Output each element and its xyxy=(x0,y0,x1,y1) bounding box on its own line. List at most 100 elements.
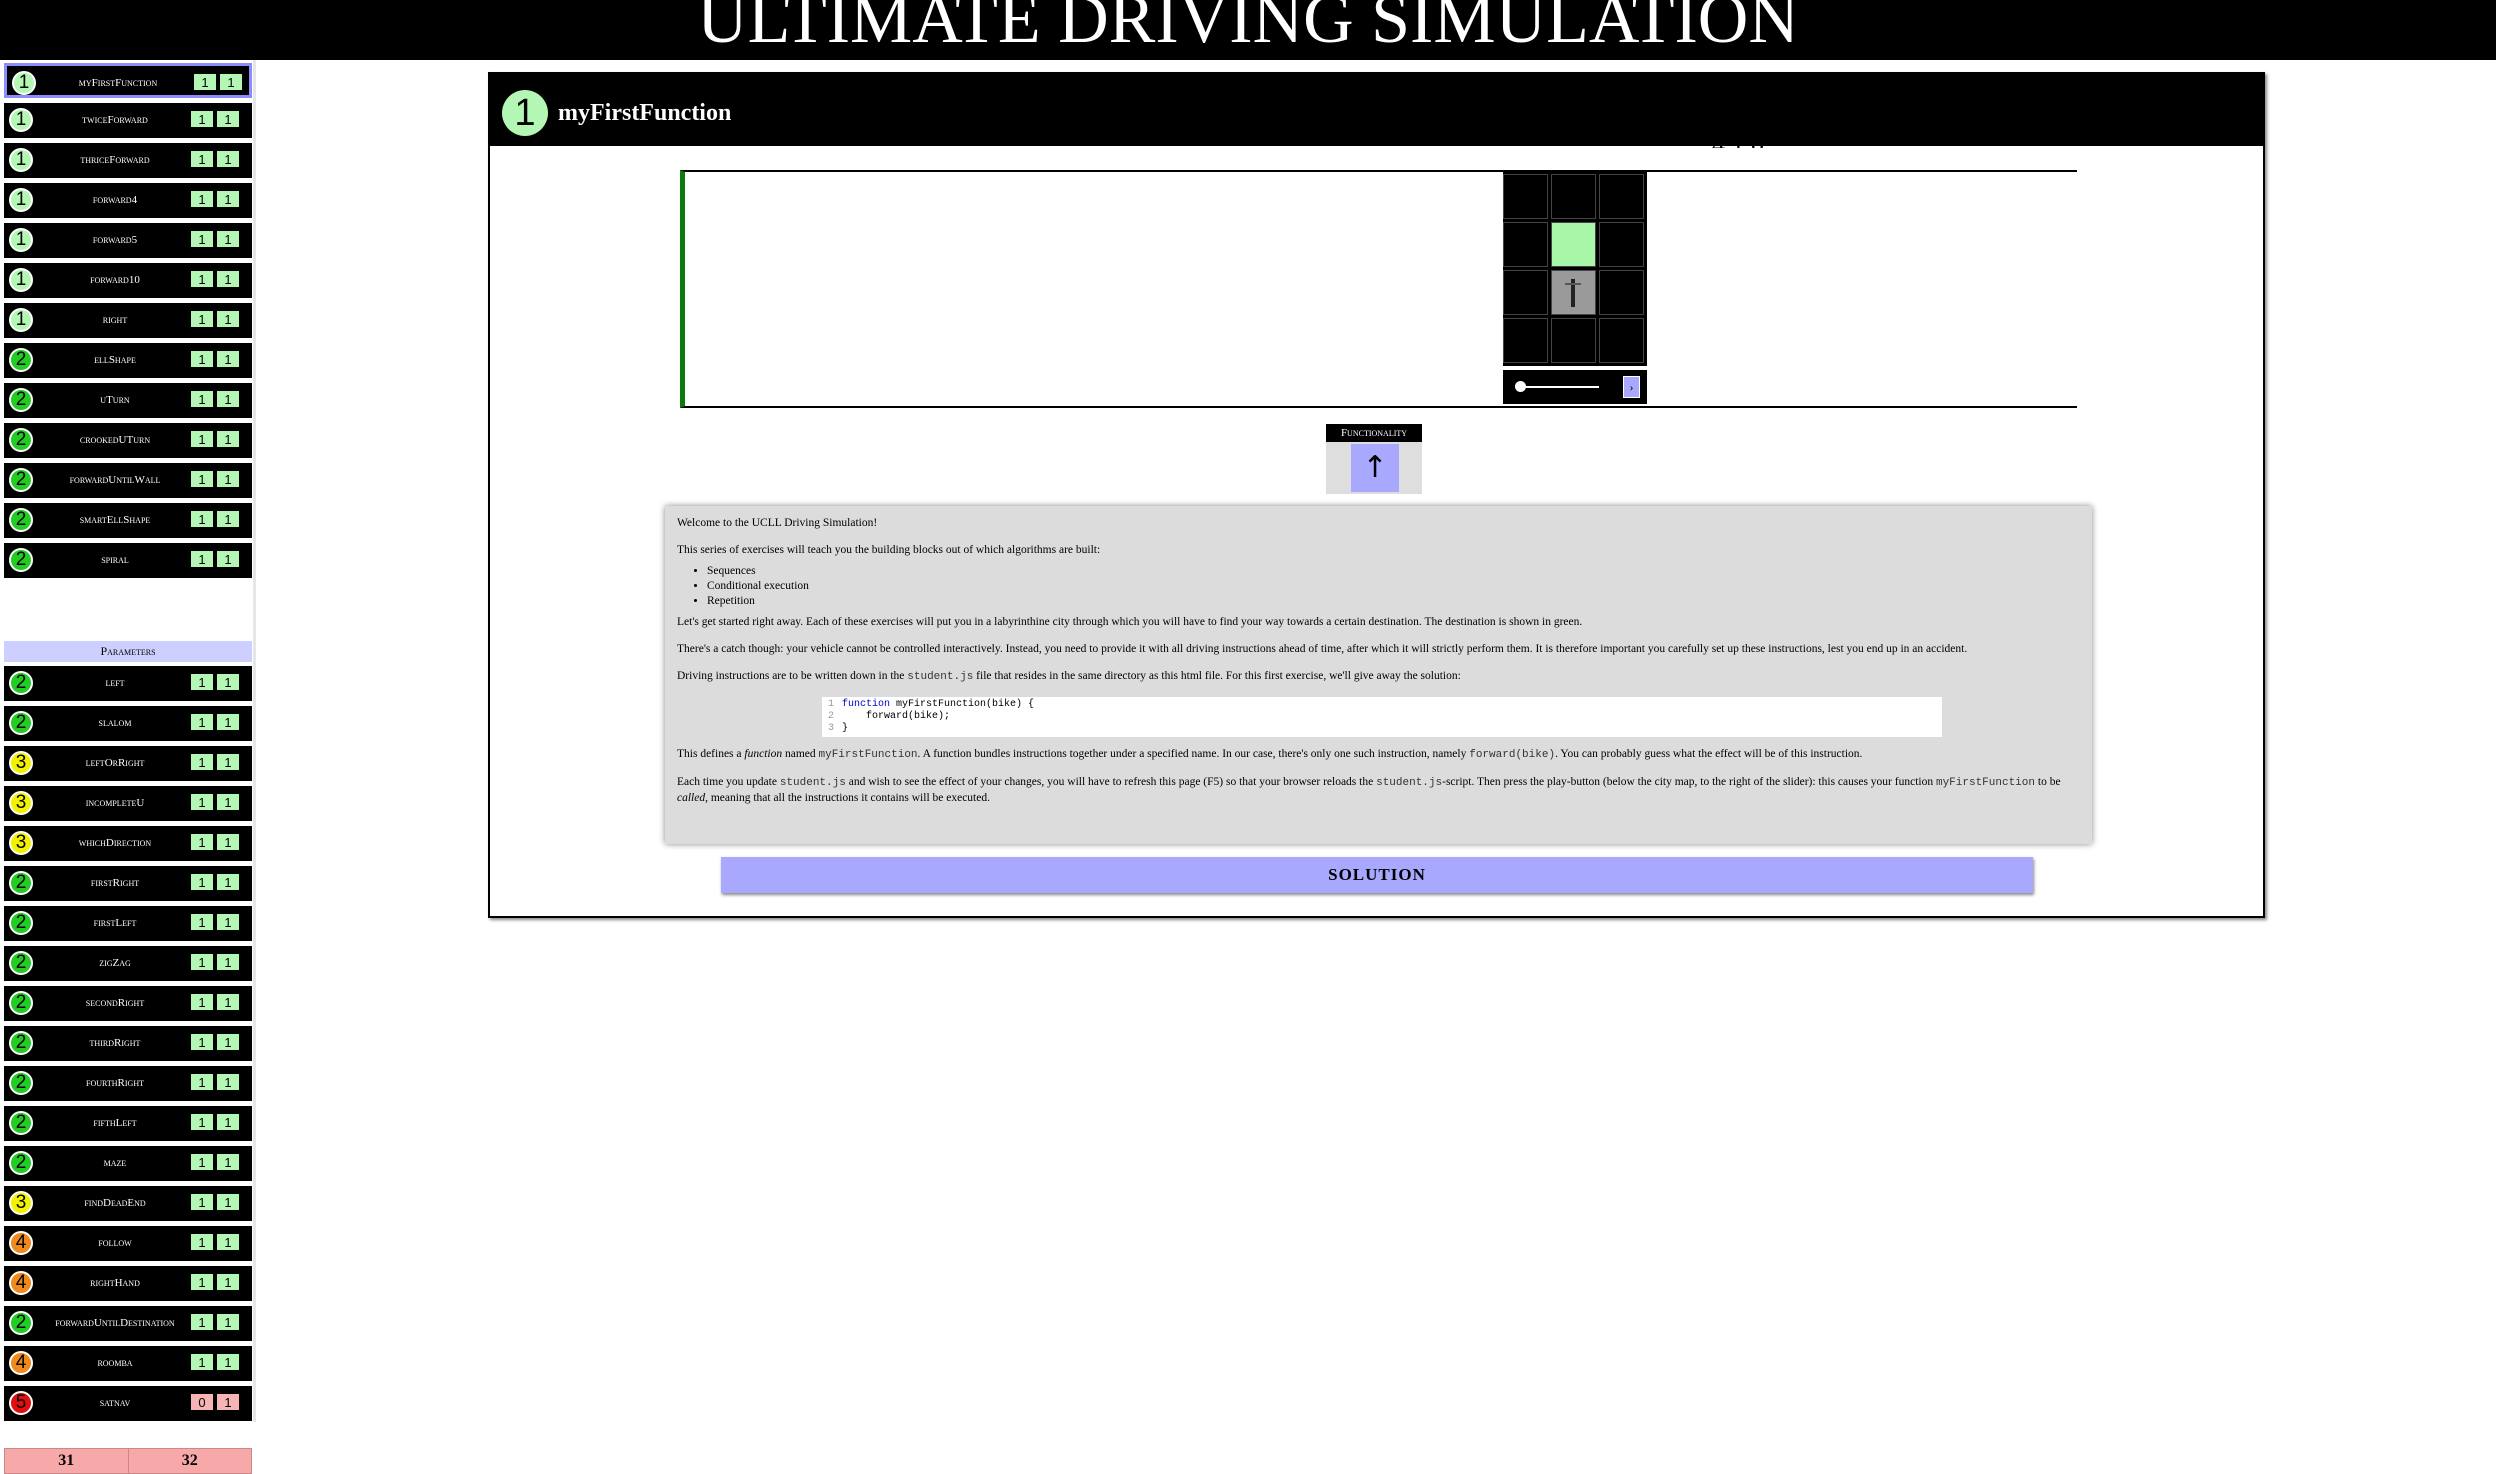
file-name: student.js xyxy=(907,671,974,683)
instructions-text: Driving instructions are to be written d… xyxy=(677,670,1461,683)
exercise-max-score: 1 xyxy=(216,390,240,408)
exercise-item-myFirstFunction[interactable]: 1 myFirstFunction 1 1 xyxy=(4,63,252,98)
time-slider-track[interactable] xyxy=(1519,386,1599,388)
exercise-score: 1 xyxy=(190,753,214,771)
exercise-item-uTurn[interactable]: 2 uTurn 1 1 xyxy=(4,383,252,418)
exercise-score: 1 xyxy=(190,1073,214,1091)
difficulty-badge: 2 xyxy=(9,468,33,492)
exercise-item-thriceForward[interactable]: 1 thriceForward 1 1 xyxy=(4,143,252,178)
map-cell xyxy=(1503,174,1548,219)
topic-item: Sequences xyxy=(707,564,2080,579)
exercise-max-score: 1 xyxy=(216,753,240,771)
total-score: 31 xyxy=(5,1449,129,1473)
play-icon: › xyxy=(1629,380,1634,394)
exercise-name: smartEllShape xyxy=(79,514,151,526)
exercise-item-follow[interactable]: 4 follow 1 1 xyxy=(4,1226,252,1261)
exercise-score: 1 xyxy=(190,913,214,931)
difficulty-badge: 4 xyxy=(9,1231,33,1255)
map-cell xyxy=(1599,222,1644,267)
exercise-item-satnav[interactable]: 5 satnav 0 1 xyxy=(4,1386,252,1421)
exercise-name: whichDirection xyxy=(78,837,152,849)
time-slider-thumb[interactable] xyxy=(1515,381,1526,392)
exercise-item-rightHand[interactable]: 4 rightHand 1 1 xyxy=(4,1266,252,1301)
exercise-item-forwardUntilDestination[interactable]: 2 forwardUntilDestination 1 1 xyxy=(4,1306,252,1341)
difficulty-badge: 1 xyxy=(502,90,548,136)
difficulty-badge: 2 xyxy=(9,871,33,895)
app-title: ULTIMATE DRIVING SIMULATION xyxy=(697,0,1799,58)
exercise-name: satnav xyxy=(99,1397,131,1409)
difficulty-badge: 2 xyxy=(9,548,33,572)
exercise-item-twiceForward[interactable]: 1 twiceForward 1 1 xyxy=(4,103,252,138)
exercise-item-thirdRight[interactable]: 2 thirdRight 1 1 xyxy=(4,1026,252,1061)
play-button[interactable]: › xyxy=(1623,376,1640,398)
exercise-name: twiceForward xyxy=(82,114,148,126)
exercise-item-incompleteU[interactable]: 3 incompleteU 1 1 xyxy=(4,786,252,821)
exercise-name: right xyxy=(102,314,128,326)
exercise-item-findDeadEnd[interactable]: 3 findDeadEnd 1 1 xyxy=(4,1186,252,1221)
bike-handlebar xyxy=(1565,283,1581,285)
difficulty-badge: 1 xyxy=(9,268,33,292)
solution-button[interactable]: SOLUTION xyxy=(721,857,2033,893)
difficulty-badge: 4 xyxy=(9,1351,33,1375)
exercise-name: left xyxy=(105,677,125,689)
difficulty-badge: 1 xyxy=(9,228,33,252)
get-started-text: Let's get started right away. Each of th… xyxy=(677,616,1583,628)
exercise-score: 1 xyxy=(190,270,214,288)
difficulty-badge: 2 xyxy=(9,671,33,695)
exercise-item-slalom[interactable]: 2 slalom 1 1 xyxy=(4,706,252,741)
exercise-item-smartEllShape[interactable]: 2 smartEllShape 1 1 xyxy=(4,503,252,538)
exercise-item-maze[interactable]: 2 maze 1 1 xyxy=(4,1146,252,1181)
exercise-item-right[interactable]: 1 right 1 1 xyxy=(4,303,252,338)
score-totals: 31 32 xyxy=(4,1448,252,1474)
exercise-name: spiral xyxy=(101,554,129,566)
exercise-score: 1 xyxy=(190,310,214,328)
exercise-item-crookedUTurn[interactable]: 2 crookedUTurn 1 1 xyxy=(4,423,252,458)
difficulty-badge: 2 xyxy=(9,951,33,975)
exercise-item-spiral[interactable]: 2 spiral 1 1 xyxy=(4,543,252,578)
exercise-name: zigZag xyxy=(99,957,131,969)
exercise-name: ellShape xyxy=(94,354,136,366)
exercise-header: 1 myFirstFunction xyxy=(490,74,2263,146)
forward-arrow-icon[interactable]: ↑ xyxy=(1351,444,1399,492)
exercise-item-left[interactable]: 2 left 1 1 xyxy=(4,666,252,701)
exercise-item-forward4[interactable]: 1 forward4 1 1 xyxy=(4,183,252,218)
exercise-score: 1 xyxy=(190,230,214,248)
exercise-max-score: 1 xyxy=(216,913,240,931)
exercise-item-fourthRight[interactable]: 2 fourthRight 1 1 xyxy=(4,1066,252,1101)
exercise-max-score: 1 xyxy=(216,1273,240,1291)
exercise-max-score: 1 xyxy=(216,510,240,528)
exercise-item-forward10[interactable]: 1 forward10 1 1 xyxy=(4,263,252,298)
exercise-item-secondRight[interactable]: 2 secondRight 1 1 xyxy=(4,986,252,1021)
exercise-item-whichDirection[interactable]: 3 whichDirection 1 1 xyxy=(4,826,252,861)
difficulty-badge: 2 xyxy=(9,428,33,452)
section-header-parameters: Parameters xyxy=(4,641,252,662)
exercise-name: maze xyxy=(103,1157,127,1169)
exercise-item-firstRight[interactable]: 2 firstRight 1 1 xyxy=(4,866,252,901)
difficulty-badge: 2 xyxy=(9,1031,33,1055)
exercise-name: roomba xyxy=(97,1357,133,1369)
exercise-item-leftOrRight[interactable]: 3 leftOrRight 1 1 xyxy=(4,746,252,781)
difficulty-badge: 2 xyxy=(9,348,33,372)
exercise-panel: 4.1.0 1 myFirstFunction › Functionality … xyxy=(488,72,2265,918)
exercise-item-forward5[interactable]: 1 forward5 1 1 xyxy=(4,223,252,258)
difficulty-badge: 5 xyxy=(9,1391,33,1415)
exercise-score: 1 xyxy=(190,713,214,731)
exercise-name: crookedUTurn xyxy=(79,434,151,446)
exercise-item-zigZag[interactable]: 2 zigZag 1 1 xyxy=(4,946,252,981)
map-cell xyxy=(1599,270,1644,315)
exercise-item-fifthLeft[interactable]: 2 fifthLeft 1 1 xyxy=(4,1106,252,1141)
exercise-max-score: 1 xyxy=(216,793,240,811)
definition-text: This defines a function named myFirstFun… xyxy=(677,748,1863,761)
exercise-item-firstLeft[interactable]: 2 firstLeft 1 1 xyxy=(4,906,252,941)
exercise-score: 1 xyxy=(190,110,214,128)
exercise-item-forwardUntilWall[interactable]: 2 forwardUntilWall 1 1 xyxy=(4,463,252,498)
exercise-item-ellShape[interactable]: 2 ellShape 1 1 xyxy=(4,343,252,378)
map-cell xyxy=(1599,318,1644,363)
exercise-score: 1 xyxy=(190,430,214,448)
exercise-max-score: 1 xyxy=(216,1353,240,1371)
exercise-item-roomba[interactable]: 4 roomba 1 1 xyxy=(4,1346,252,1381)
city-map xyxy=(1503,172,1647,366)
exercise-name: leftOrRight xyxy=(85,757,145,769)
topic-item: Conditional execution xyxy=(707,579,2080,594)
exercise-name: thriceForward xyxy=(80,154,150,166)
